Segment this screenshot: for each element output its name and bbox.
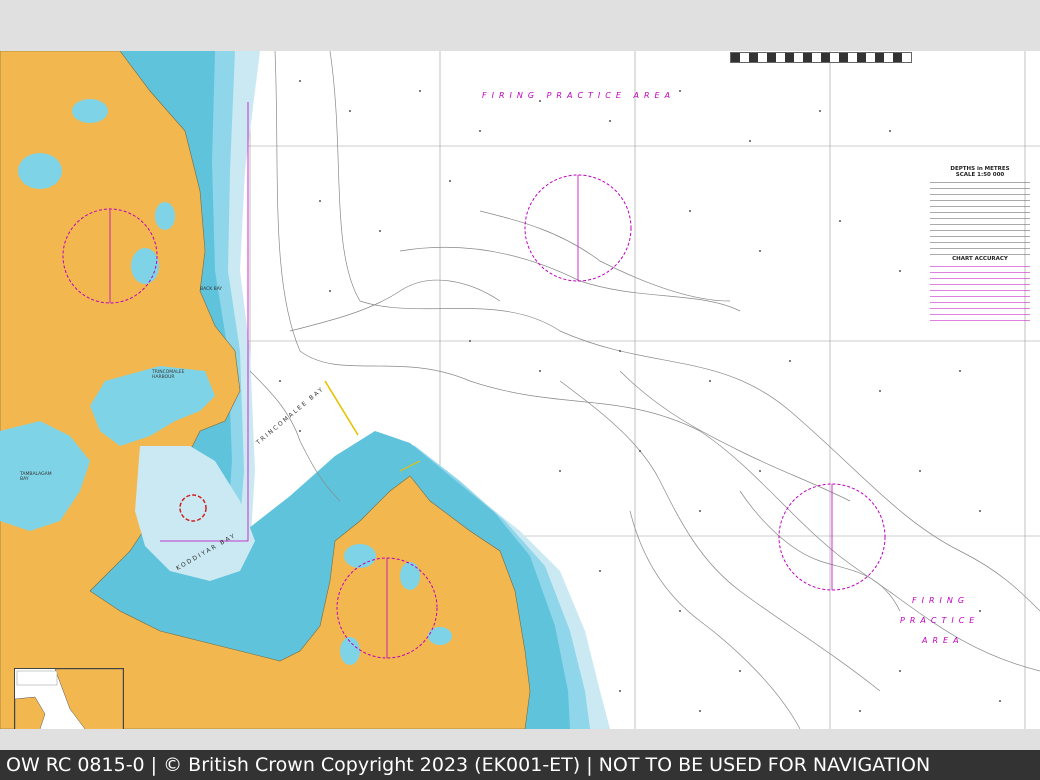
copyright-footer: OW RC 0815-0 | © British Crown Copyright… xyxy=(0,750,1040,780)
place-name-back-bay: BACK BAY xyxy=(200,287,223,292)
notes-scale: SCALE 1:50 000 xyxy=(955,172,1005,178)
nautical-chart[interactable]: FIRING PRACTICE AREA FIRING PRACTICE ARE… xyxy=(0,51,1040,729)
scale-bar xyxy=(730,52,912,63)
firing-area-label-right-2: PRACTICE xyxy=(900,616,980,625)
notes-section: CHART ACCURACY xyxy=(952,256,1008,262)
notes-warning xyxy=(930,266,1030,326)
place-name-inner-bay: TAMBALAGAM BAY xyxy=(20,472,52,482)
place-name-harbour: TRINCOMALEE HARBOUR xyxy=(152,370,185,380)
inset-map xyxy=(14,668,124,729)
chart-canvas xyxy=(0,51,1040,729)
firing-area-label-top: FIRING PRACTICE AREA xyxy=(482,91,676,100)
firing-area-label-right-3: AREA xyxy=(922,636,964,645)
firing-area-label-right-1: FIRING xyxy=(912,596,970,605)
top-bar xyxy=(0,0,1040,51)
inset-canvas xyxy=(15,669,123,729)
leading-line xyxy=(324,380,359,436)
notes-body xyxy=(930,182,1030,256)
chart-notes: DEPTHS in METRES SCALE 1:50 000 CHART AC… xyxy=(930,166,1030,326)
